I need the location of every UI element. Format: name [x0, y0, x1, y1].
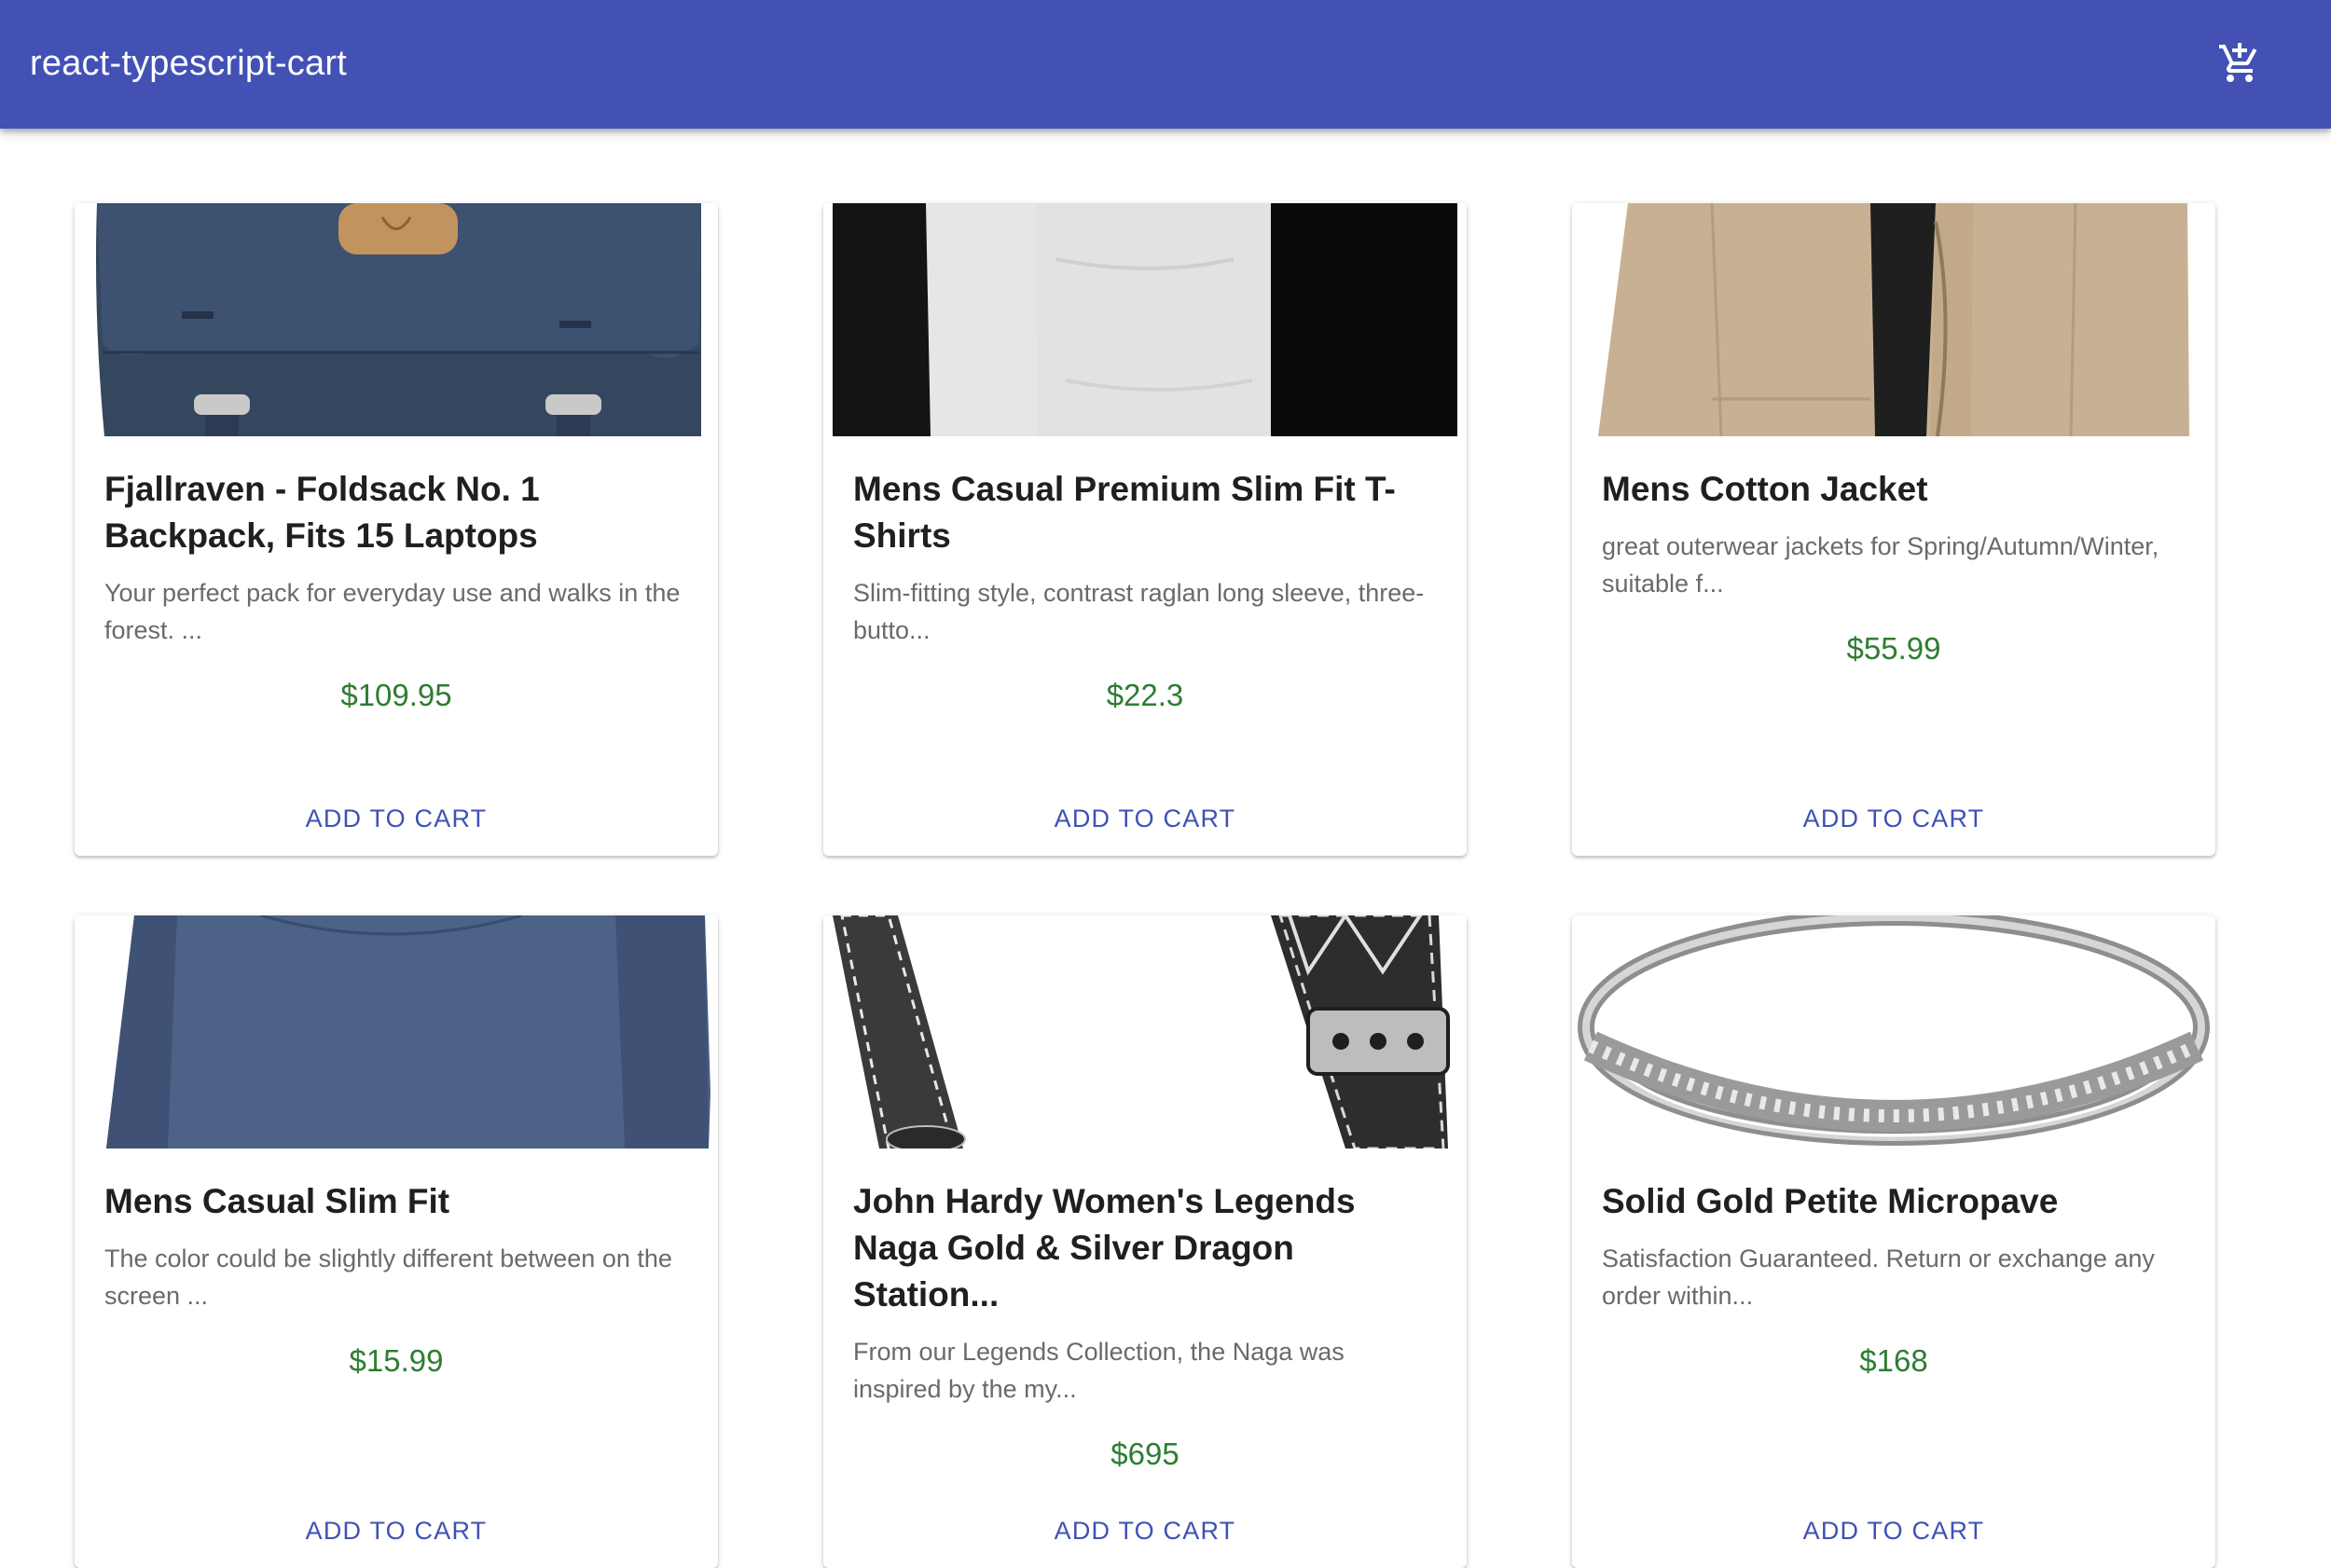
product-price: $109.95 [340, 678, 452, 712]
product-title: Mens Casual Premium Slim Fit T-Shirts [853, 470, 1396, 555]
product-image [823, 203, 1467, 436]
add-to-cart-button[interactable]: ADD TO CART [75, 791, 718, 846]
product-title: Mens Cotton Jacket [1602, 470, 1928, 508]
app-bar: react-typescript-cart [0, 0, 2331, 129]
add-to-cart-button[interactable]: ADD TO CART [823, 1503, 1467, 1559]
product-description: Your perfect pack for everyday use and w… [104, 579, 681, 644]
product-description: Satisfaction Guaranteed. Return or excha… [1602, 1245, 2155, 1310]
product-image [1572, 915, 2215, 1148]
product-title: Solid Gold Petite Micropave [1602, 1182, 2059, 1220]
product-card: Fjallraven - Foldsack No. 1 Backpack, Fi… [75, 203, 718, 856]
product-price: $15.99 [349, 1343, 444, 1378]
diamond-ring-image [1572, 915, 2215, 1148]
add-to-cart-button[interactable]: ADD TO CART [1572, 791, 2215, 846]
add-shopping-cart-icon [2219, 43, 2257, 82]
add-to-cart-button[interactable]: ADD TO CART [1572, 1503, 2215, 1559]
product-price: $168 [1859, 1343, 1928, 1378]
add-to-cart-button[interactable]: ADD TO CART [75, 1503, 718, 1559]
product-image [75, 915, 718, 1148]
blue-longsleeve-image [75, 915, 718, 1148]
cart-button[interactable] [2208, 32, 2271, 95]
product-price: $695 [1110, 1437, 1179, 1471]
khaki-jacket-image [1572, 203, 2215, 436]
product-card: Solid Gold Petite Micropave Satisfaction… [1572, 915, 2215, 1568]
product-description: Slim-fitting style, contrast raglan long… [853, 579, 1425, 644]
product-price: $55.99 [1846, 631, 1941, 666]
product-price: $22.3 [1106, 678, 1184, 712]
product-title: John Hardy Women's Legends Naga Gold & S… [853, 1182, 1356, 1314]
product-description: The color could be slightly different be… [104, 1245, 672, 1310]
add-to-cart-button[interactable]: ADD TO CART [823, 791, 1467, 846]
raglan-tshirt-image [823, 203, 1467, 436]
product-grid: Fjallraven - Foldsack No. 1 Backpack, Fi… [75, 203, 2215, 1568]
app-title: react-typescript-cart [30, 44, 347, 83]
product-description: From our Legends Collection, the Naga wa… [853, 1338, 1345, 1403]
navy-backpack-image [75, 203, 718, 436]
product-image [75, 203, 718, 436]
product-title: Mens Casual Slim Fit [104, 1182, 450, 1220]
product-card: Mens Casual Premium Slim Fit T-Shirts Sl… [823, 203, 1467, 856]
product-image [1572, 203, 2215, 436]
product-image [823, 915, 1467, 1148]
product-card: Mens Casual Slim Fit The color could be … [75, 915, 718, 1568]
product-title: Fjallraven - Foldsack No. 1 Backpack, Fi… [104, 470, 540, 555]
product-card: John Hardy Women's Legends Naga Gold & S… [823, 915, 1467, 1568]
product-card: Mens Cotton Jacket great outerwear jacke… [1572, 203, 2215, 856]
product-description: great outerwear jackets for Spring/Autum… [1602, 532, 2159, 598]
chain-bracelet-image [823, 915, 1467, 1148]
